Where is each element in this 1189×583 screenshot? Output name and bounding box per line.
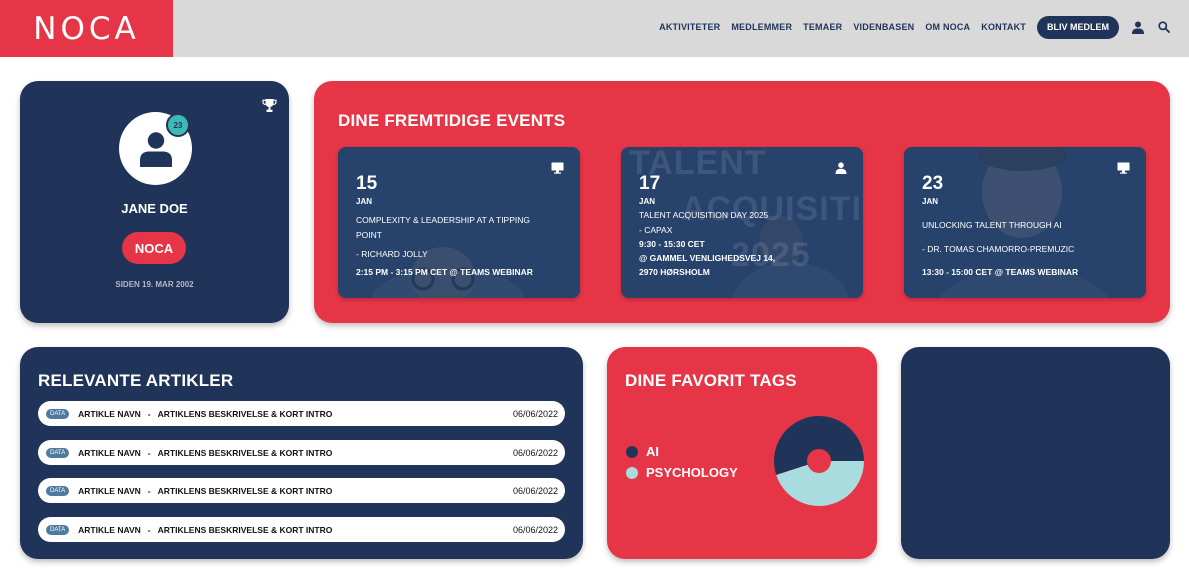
article-date: 06/06/2022 [512, 408, 558, 419]
tag-label: AI [646, 444, 659, 459]
legend-swatch [626, 466, 638, 479]
article-description: ARTIKLENS BESKRIVELSE & KORT INTRO [157, 447, 333, 458]
event-speaker: - CAPAX [639, 225, 673, 235]
article-row[interactable]: DATA ARTIKLE NAVN - ARTIKLENS BESKRIVELS… [38, 478, 565, 503]
event-title-line: TALENT ACQUISITION DAY 2025 [639, 210, 769, 220]
event-month: JAN [922, 197, 939, 206]
event-day: 23 [922, 173, 944, 194]
notification-badge[interactable]: 23 [166, 113, 190, 137]
logo[interactable]: NOCA [0, 0, 173, 57]
user-icon[interactable] [1131, 20, 1145, 34]
event-speaker: - DR. TOMAS CHAMORRO-PREMUZIC [922, 244, 1075, 254]
organization-button[interactable]: NOCA [122, 232, 186, 264]
events-title: DINE FREMTIDIGE EVENTS [338, 111, 566, 130]
trophy-icon[interactable] [262, 98, 277, 118]
article-name: ARTIKLE NAVN [78, 485, 141, 496]
relevant-articles-card: RELEVANTE ARTIKLER DATA ARTIKLE NAVN - A… [20, 347, 583, 559]
profile-name: JANE DOE [121, 201, 188, 216]
event-title-line: UNLOCKING TALENT THROUGH AI [922, 220, 1062, 230]
event-location: @ GAMMEL VENLIGHEDSVEJ 14, [639, 253, 776, 263]
article-separator: - [147, 485, 151, 496]
legend-swatch [626, 445, 638, 458]
nav-item-om-noca[interactable]: OM NOCA [925, 22, 970, 32]
user-avatar-icon [139, 131, 172, 167]
article-separator: - [147, 447, 151, 458]
article-name: ARTIKLE NAVN [78, 408, 141, 419]
articles-title: RELEVANTE ARTIKLER [38, 371, 234, 390]
article-tag: DATA [46, 485, 70, 496]
member-since-text: SIDEN 19. MAR 2002 [115, 280, 194, 289]
event-month: JAN [639, 197, 656, 206]
article-description: ARTIKLENS BESKRIVELSE & KORT INTRO [157, 524, 333, 535]
article-description: ARTIKLENS BESKRIVELSE & KORT INTRO [157, 408, 333, 419]
nav-item-medlemmer[interactable]: MEDLEMMER [731, 22, 792, 32]
tags-donut-chart [774, 416, 864, 506]
article-name: ARTIKLE NAVN [78, 524, 141, 535]
top-navigation-bar: NOCA AKTIVITETER MEDLEMMER TEMAER VIDENB… [0, 0, 1189, 57]
tag-label: PSYCHOLOGY [646, 465, 738, 480]
article-row[interactable]: DATA ARTIKLE NAVN - ARTIKLENS BESKRIVELS… [38, 440, 565, 465]
event-day: 15 [356, 173, 378, 194]
article-row[interactable]: DATA ARTIKLE NAVN - ARTIKLENS BESKRIVELS… [38, 401, 565, 426]
article-tag: DATA [46, 524, 70, 535]
event-time-location: 13:30 - 15:00 CET @ TEAMS WEBINAR [922, 267, 1079, 277]
empty-card [901, 347, 1170, 559]
tags-title: DINE FAVORIT TAGS [625, 371, 797, 390]
event-speaker: - RICHARD JOLLY [356, 249, 428, 259]
event-time-location: 2:15 PM - 3:15 PM CET @ TEAMS WEBINAR [356, 267, 533, 277]
upcoming-events-card: DINE FREMTIDIGE EVENTS 15 JAN COMPLEXITY… [314, 81, 1170, 323]
event-title-line: COMPLEXITY & LEADERSHIP AT A TIPPING [356, 215, 531, 225]
favorite-tags-card: DINE FAVORIT TAGS AI PSYCHOLOGY [607, 347, 877, 559]
monitor-icon [1117, 161, 1130, 179]
monitor-icon [551, 161, 564, 179]
event-card[interactable]: TALENT ACQUISITION 2025 17 JAN TALENT AC… [621, 147, 863, 298]
article-tag: DATA [46, 408, 70, 419]
article-tag: DATA [46, 447, 70, 458]
nav-item-kontakt[interactable]: KONTAKT [981, 22, 1026, 32]
event-time: 9:30 - 15:30 CET [639, 239, 705, 249]
event-location: 2970 HØRSHOLM [639, 267, 710, 277]
article-separator: - [147, 524, 151, 535]
main-nav: AKTIVITETER MEDLEMMER TEMAER VIDENBASEN … [648, 15, 1171, 39]
nav-item-temaer[interactable]: TEMAER [803, 22, 842, 32]
event-month: JAN [356, 197, 373, 206]
join-button[interactable]: BLIV MEDLEM [1037, 15, 1119, 39]
profile-card: 23 JANE DOE NOCA SIDEN 19. MAR 2002 [20, 81, 289, 323]
event-card[interactable]: 15 JAN COMPLEXITY & LEADERSHIP AT A TIPP… [338, 147, 580, 298]
donut-hole [807, 449, 831, 473]
tag-legend-item[interactable]: PSYCHOLOGY [626, 465, 738, 480]
article-row[interactable]: DATA ARTIKLE NAVN - ARTIKLENS BESKRIVELS… [38, 517, 565, 542]
event-title-line: POINT [356, 230, 382, 240]
article-separator: - [147, 408, 151, 419]
event-day: 17 [639, 173, 661, 194]
logo-text: NOCA [33, 10, 140, 47]
article-date: 06/06/2022 [512, 524, 558, 535]
person-icon [835, 161, 847, 179]
tag-legend-item[interactable]: AI [626, 444, 659, 459]
article-name: ARTIKLE NAVN [78, 447, 141, 458]
article-date: 06/06/2022 [512, 485, 558, 496]
nav-item-aktiviteter[interactable]: AKTIVITETER [659, 22, 720, 32]
nav-item-videnbasen[interactable]: VIDENBASEN [853, 22, 914, 32]
article-description: ARTIKLENS BESKRIVELSE & KORT INTRO [157, 485, 333, 496]
search-icon[interactable] [1157, 20, 1171, 34]
article-date: 06/06/2022 [512, 447, 558, 458]
event-card[interactable]: 23 JAN UNLOCKING TALENT THROUGH AI - DR.… [904, 147, 1146, 298]
